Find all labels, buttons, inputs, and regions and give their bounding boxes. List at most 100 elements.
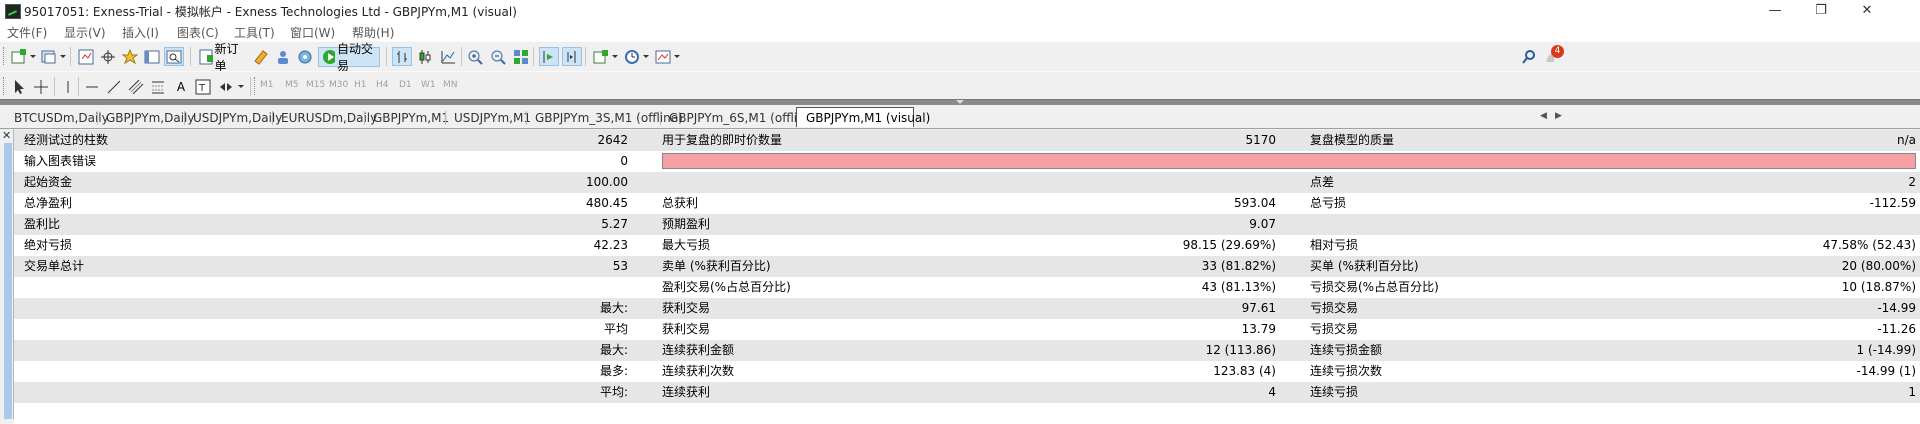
tab-separator — [445, 111, 446, 125]
market-watch-icon[interactable] — [76, 47, 96, 66]
timeframe-m5[interactable]: M5 — [285, 80, 299, 90]
tab-eurusdm-daily[interactable]: EURUSDm,Daily — [281, 109, 377, 127]
indicators-icon[interactable] — [591, 47, 611, 66]
timeframe-d1[interactable]: D1 — [399, 80, 412, 90]
tab-scroll-left-icon[interactable]: ◀ — [1540, 111, 1547, 121]
timeframe-h4[interactable]: H4 — [376, 80, 389, 90]
chevron-down-icon[interactable] — [612, 55, 618, 58]
tab-gbpjpym-m1[interactable]: GBPJPYm,M1 — [373, 109, 449, 127]
toolbar-separator — [78, 77, 79, 96]
line-chart-icon[interactable] — [438, 47, 458, 66]
toolbar-grip[interactable] — [3, 47, 7, 65]
fibonacci-icon[interactable] — [148, 77, 168, 96]
menu-window[interactable]: 窗口(W) — [290, 24, 335, 41]
text-label-icon[interactable]: T — [193, 77, 213, 96]
spread-value: 2 — [1908, 175, 1916, 189]
timeframe-w1[interactable]: W1 — [421, 80, 436, 90]
tile-windows-icon[interactable] — [511, 47, 531, 66]
standard-toolbar: 新订单 自动交易 4 — [0, 41, 1920, 73]
notifications-icon[interactable]: 4 — [1543, 45, 1565, 66]
zoom-in-icon[interactable] — [465, 47, 485, 66]
timeframe-mn[interactable]: MN — [443, 80, 458, 90]
signals-icon[interactable] — [273, 47, 293, 66]
chevron-down-icon[interactable] — [30, 55, 36, 58]
menu-insert[interactable]: 插入(I) — [122, 24, 159, 41]
minimize-button[interactable]: — — [1752, 0, 1798, 22]
new-order-button[interactable]: 新订单 — [196, 42, 248, 73]
chart-shift-icon[interactable] — [562, 47, 582, 66]
toolbar-separator — [190, 47, 191, 66]
tab-scroll-right-icon[interactable]: ▶ — [1555, 111, 1562, 121]
search-icon[interactable] — [1519, 47, 1539, 66]
window-title: 95017051: Exness-Trial - 模拟帐户 - Exness T… — [24, 5, 517, 19]
report-row: 平均 获利交易 13.79 亏损交易 -11.26 — [14, 319, 1920, 340]
toolbar-grip[interactable] — [3, 77, 7, 95]
auto-scroll-icon[interactable] — [539, 47, 559, 66]
report-row: 最大: 连续获利金额 12 (113.86) 连续亏损金额 1 (-14.99) — [14, 340, 1920, 361]
auto-trading-icon — [323, 50, 335, 64]
toolbar-grip[interactable] — [254, 77, 258, 95]
navigator-icon[interactable] — [120, 47, 140, 66]
toolbar-separator — [54, 77, 55, 96]
tab-usdjpym-m1[interactable]: USDJPYm,M1 — [454, 109, 531, 127]
tab-gbpjpym-daily[interactable]: GBPJPYm,Daily — [106, 109, 194, 127]
model-quality-bar — [662, 153, 1916, 169]
candlesticks-icon[interactable] — [415, 47, 435, 66]
equidistant-channel-icon[interactable] — [126, 77, 146, 96]
meta-editor-icon[interactable] — [251, 47, 271, 66]
horizontal-line-icon[interactable] — [82, 77, 102, 96]
chevron-down-icon[interactable] — [643, 55, 649, 58]
periods-icon[interactable] — [622, 47, 642, 66]
close-icon[interactable]: ✕ — [2, 129, 11, 142]
tab-separator — [660, 111, 661, 125]
report-row: 最大: 获利交易 97.61 亏损交易 -14.99 — [14, 298, 1920, 319]
zoom-out-icon[interactable] — [488, 47, 508, 66]
strategy-tester-icon[interactable] — [164, 47, 184, 66]
tab-gbpjpym-6s-offline[interactable]: GBPJPYm_6S,M1 (offline) — [669, 109, 817, 127]
chevron-down-icon[interactable] — [674, 55, 680, 58]
menu-help[interactable]: 帮助(H) — [352, 24, 394, 41]
notification-badge: 4 — [1551, 45, 1564, 58]
market-icon[interactable] — [295, 47, 315, 66]
tab-separator — [184, 111, 185, 125]
close-button[interactable]: ✕ — [1844, 0, 1890, 22]
average-loss-value: -11.26 — [1877, 322, 1916, 336]
report-row: 起始资金 100.00 点差 2 — [14, 172, 1920, 193]
new-chart-icon[interactable] — [9, 47, 29, 66]
profiles-icon[interactable] — [39, 47, 59, 66]
menu-charts[interactable]: 图表(C) — [177, 24, 219, 41]
crosshair-icon[interactable] — [31, 77, 51, 96]
chart-tabs-bar: BTCUSDm,Daily GBPJPYm,Daily USDJPYm,Dail… — [0, 105, 1920, 129]
report-row: 盈利比 5.27 预期盈利 9.07 — [14, 214, 1920, 235]
terminal-icon[interactable] — [142, 47, 162, 66]
restore-button[interactable]: ❐ — [1798, 0, 1844, 22]
timeframe-m1[interactable]: M1 — [260, 80, 274, 90]
tab-btcusdm-daily[interactable]: BTCUSDm,Daily — [14, 109, 109, 127]
app-icon — [5, 4, 21, 19]
vertical-line-icon[interactable] — [58, 77, 78, 96]
model-quality-value: n/a — [1896, 133, 1916, 147]
auto-trading-button[interactable]: 自动交易 — [318, 42, 380, 73]
tab-gbpjpym-m1-visual[interactable]: GBPJPYm,M1 (visual) — [796, 107, 930, 127]
timeframe-h1[interactable]: H1 — [354, 80, 367, 90]
arrows-icon[interactable] — [216, 77, 236, 96]
chevron-down-icon[interactable] — [60, 55, 66, 58]
new-order-icon — [199, 49, 213, 65]
menu-file[interactable]: 文件(F) — [7, 24, 47, 41]
timeframe-m15[interactable]: M15 — [306, 80, 325, 90]
chevron-down-icon[interactable] — [238, 85, 244, 88]
avg-consec-losses-value: 1 — [1908, 385, 1916, 399]
cursor-icon[interactable] — [9, 77, 29, 96]
trendline-icon[interactable] — [104, 77, 124, 96]
bar-chart-icon[interactable] — [392, 47, 412, 66]
menu-tools[interactable]: 工具(T) — [234, 24, 275, 41]
templates-icon[interactable] — [653, 47, 673, 66]
report-row: 经测试过的柱数 2642 用于复盘的即时价数量 5170 复盘模型的质量 n/a — [14, 130, 1920, 151]
menu-view[interactable]: 显示(V) — [64, 24, 106, 41]
text-tool-icon[interactable]: A — [171, 77, 191, 96]
loss-trades-value: 10 (18.87%) — [1841, 280, 1916, 294]
report-row: 盈利交易(%占总百分比) 43 (81.13%) 亏损交易(%占总百分比) 10… — [14, 277, 1920, 298]
tab-usdjpym-daily[interactable]: USDJPYm,Daily — [193, 109, 282, 127]
timeframe-m30[interactable]: M30 — [329, 80, 348, 90]
data-window-icon[interactable] — [98, 47, 118, 66]
